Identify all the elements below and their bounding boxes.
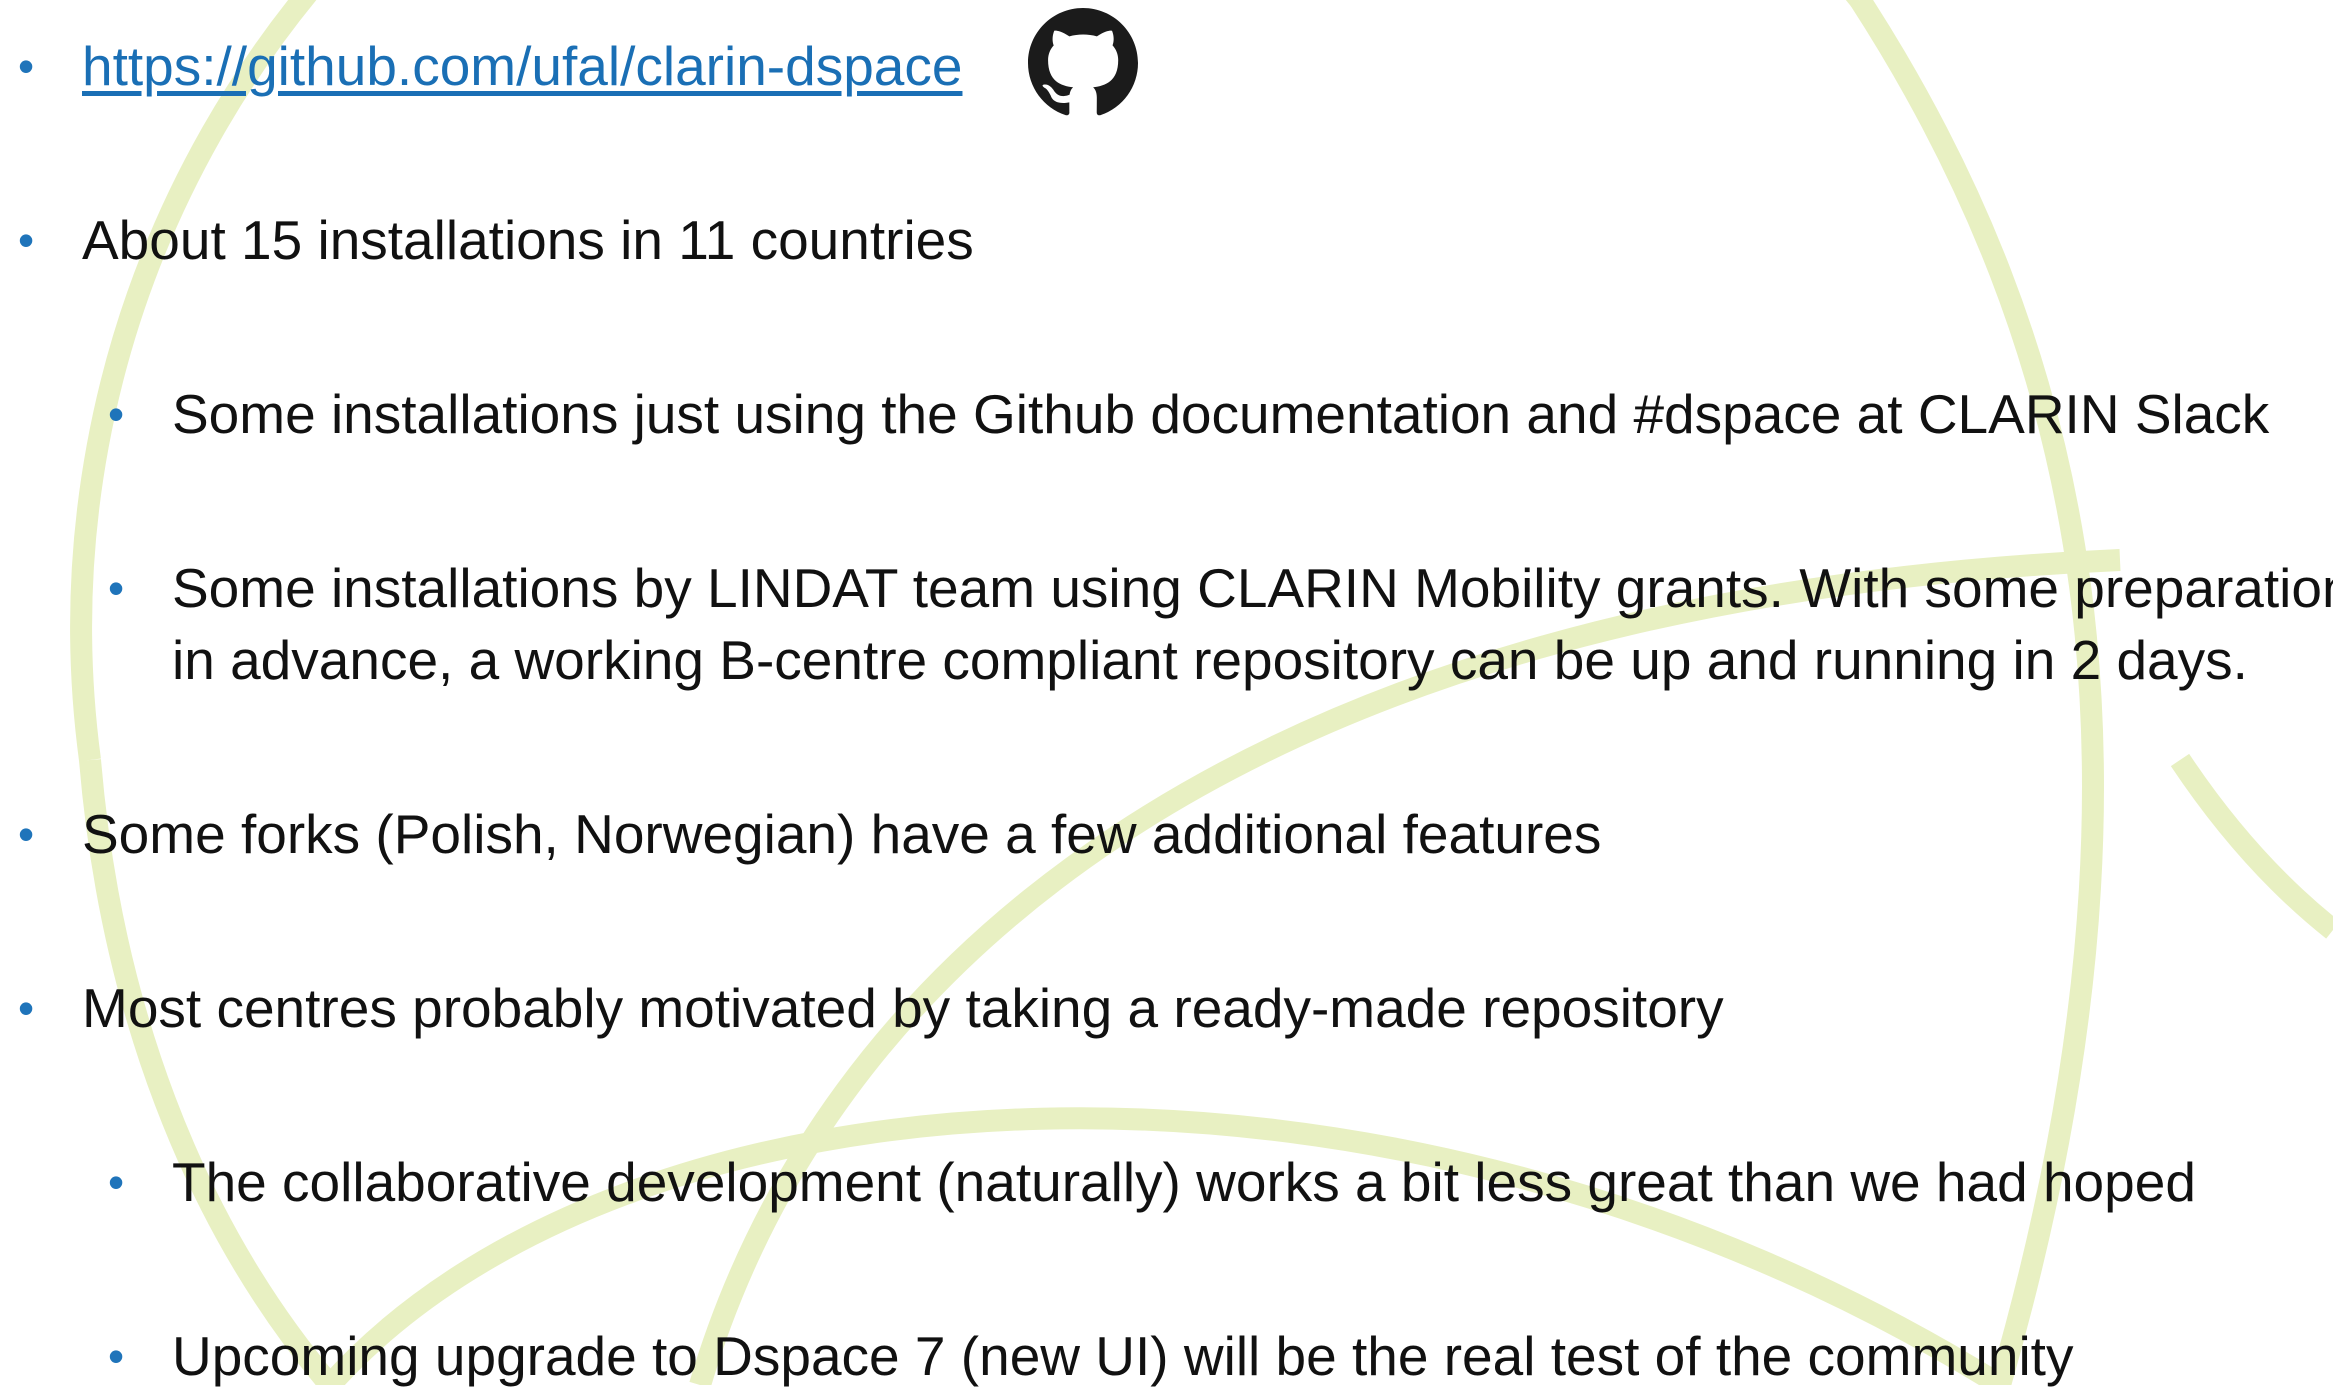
bullet-list: • https://github.com/ufal/clarin-dspace … xyxy=(0,0,2333,1387)
forks-text: Some forks (Polish, Norwegian) have a fe… xyxy=(82,803,1602,865)
list-item-collab: • The collaborative development (natural… xyxy=(108,1146,2196,1218)
list-item-lindat-continued: in advance, a working B-centre compliant… xyxy=(172,624,2248,696)
motivation-text: Most centres probably motivated by takin… xyxy=(82,977,1724,1039)
collab-text: The collaborative development (naturally… xyxy=(172,1151,2196,1213)
bullet-dot: • xyxy=(108,1330,125,1382)
list-item-motivation: • Most centres probably motivated by tak… xyxy=(18,972,1724,1044)
list-item-upgrade: • Upcoming upgrade to Dspace 7 (new UI) … xyxy=(108,1320,2074,1392)
list-item-docs-slack: • Some installations just using the Gith… xyxy=(108,378,2270,450)
bullet-dot: • xyxy=(108,1156,125,1208)
bullet-dot: • xyxy=(18,40,35,92)
list-item-installations: • About 15 installations in 11 countries xyxy=(18,204,974,276)
bullet-dot: • xyxy=(18,808,35,860)
lindat-text-line2: in advance, a working B-centre compliant… xyxy=(172,629,2248,691)
github-icon[interactable] xyxy=(1028,8,1138,118)
bullet-dot: • xyxy=(108,388,125,440)
lindat-text-line1: Some installations by LINDAT team using … xyxy=(172,557,2333,619)
list-item-repo-link: • https://github.com/ufal/clarin-dspace xyxy=(18,30,962,102)
upgrade-text: Upcoming upgrade to Dspace 7 (new UI) wi… xyxy=(172,1325,2074,1387)
installations-text: About 15 installations in 11 countries xyxy=(82,209,974,271)
bullet-dot: • xyxy=(108,562,125,614)
repo-link[interactable]: https://github.com/ufal/clarin-dspace xyxy=(82,35,962,97)
docs-slack-text: Some installations just using the Github… xyxy=(172,383,2270,445)
bullet-dot: • xyxy=(18,982,35,1034)
bullet-dot: • xyxy=(18,214,35,266)
list-item-lindat: • Some installations by LINDAT team usin… xyxy=(108,552,2333,624)
list-item-forks: • Some forks (Polish, Norwegian) have a … xyxy=(18,798,1602,870)
